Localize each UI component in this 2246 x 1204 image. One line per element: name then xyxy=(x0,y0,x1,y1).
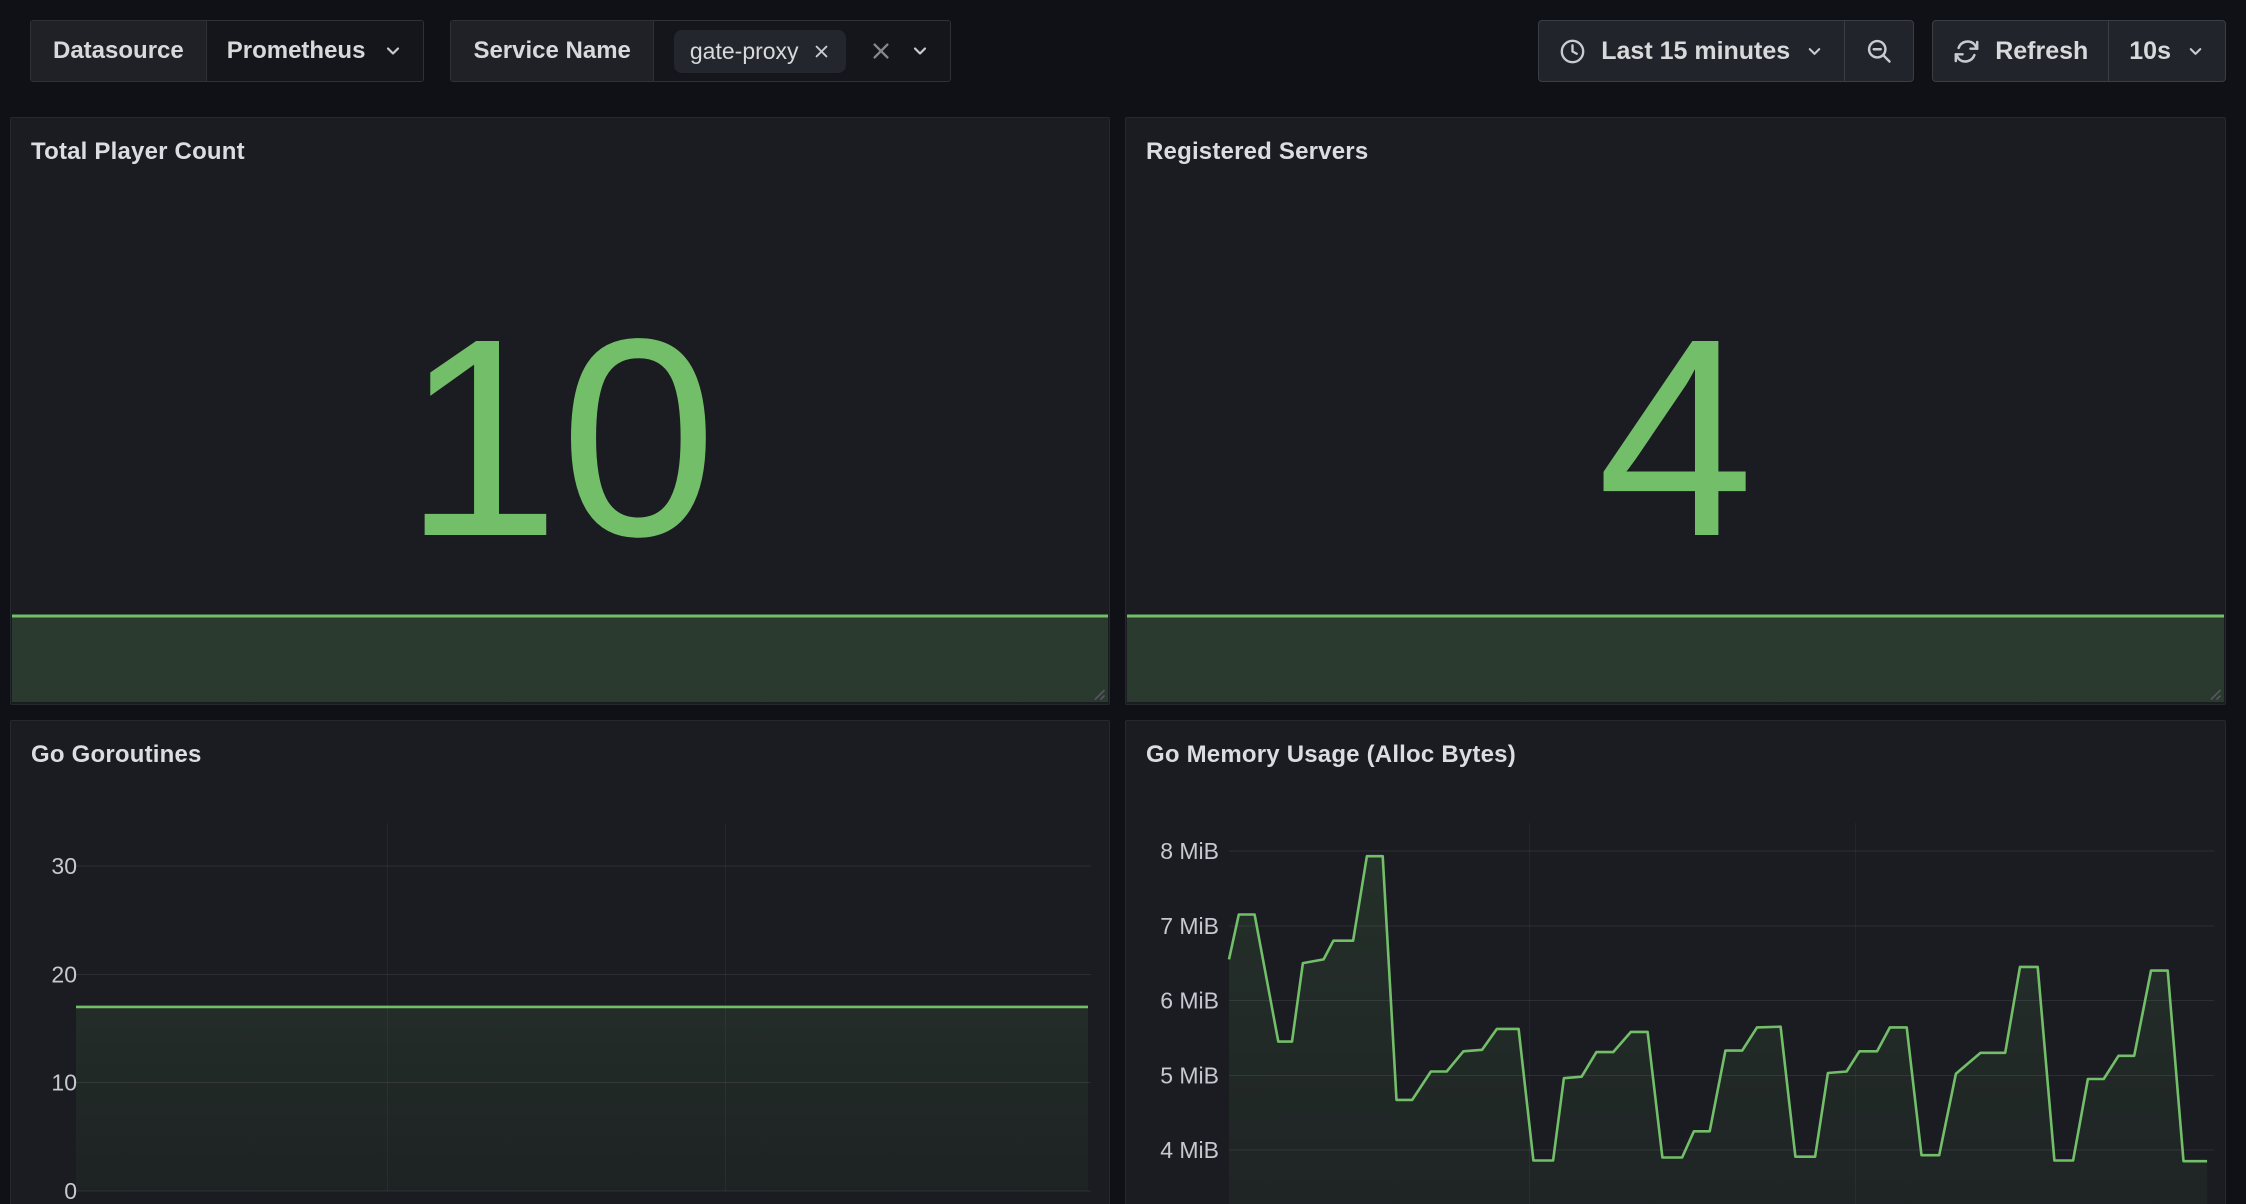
service-name-filter: Service Name gate-proxy xyxy=(450,20,950,82)
stat-value: 10 xyxy=(11,258,1109,618)
datasource-filter-label: Datasource xyxy=(31,21,207,81)
series-area xyxy=(76,1007,1088,1191)
series-area xyxy=(1229,856,2207,1204)
toolbar-spacer xyxy=(977,20,1521,82)
panel-go-memory: Go Memory Usage (Alloc Bytes) 8 MiB7 MiB… xyxy=(1125,720,2226,1204)
service-tag-chip[interactable]: gate-proxy xyxy=(674,30,846,73)
y-axis-tick-label: 20 xyxy=(51,961,77,987)
y-axis-tick-label: 0 xyxy=(64,1178,77,1204)
refresh-group: Refresh 10s xyxy=(1932,20,2226,82)
chevron-down-icon[interactable] xyxy=(910,41,930,61)
series-area xyxy=(12,616,1108,702)
memory-chart[interactable]: 8 MiB 7 MiB 6 MiB 5 MiB 4 MiB xyxy=(1126,721,2225,1204)
chevron-down-icon xyxy=(2186,42,2205,61)
datasource-filter: Datasource Prometheus xyxy=(30,20,424,82)
clock-icon xyxy=(1559,38,1586,65)
y-axis-tick-label: 7 MiB xyxy=(1160,913,1219,939)
time-range-picker-button[interactable]: Last 15 minutes xyxy=(1539,21,1844,81)
y-axis-tick-label: 4 MiB xyxy=(1160,1137,1219,1163)
time-range-zoom-out-button[interactable] xyxy=(1844,21,1913,81)
refresh-interval-value: 10s xyxy=(2129,37,2171,66)
y-axis-tick-label: 8 MiB xyxy=(1160,838,1219,864)
panel-registered-servers: Registered Servers 4 xyxy=(1125,117,2226,705)
sync-icon xyxy=(1953,38,1980,65)
service-name-select[interactable]: gate-proxy xyxy=(654,21,950,81)
time-range-group: Last 15 minutes xyxy=(1538,20,1914,82)
y-axis-tick-label: 10 xyxy=(51,1070,77,1096)
service-name-label-text: Service Name xyxy=(473,37,630,65)
datasource-label-text: Datasource xyxy=(53,37,184,65)
refresh-interval-button[interactable]: 10s xyxy=(2108,21,2225,81)
y-axis-tick-label: 5 MiB xyxy=(1160,1062,1219,1088)
stat-value: 4 xyxy=(1126,258,2225,618)
panel-resize-handle[interactable] xyxy=(1090,685,1106,701)
grafana-dashboard: { "colors": { "accent_green": "#73BF69",… xyxy=(0,0,2246,1204)
refresh-label: Refresh xyxy=(1995,37,2088,66)
panel-resize-handle[interactable] xyxy=(2206,685,2222,701)
panel-total-player-count: Total Player Count 10 xyxy=(10,117,1110,705)
datasource-selected-value: Prometheus xyxy=(227,37,366,65)
time-range-label: Last 15 minutes xyxy=(1601,37,1790,66)
y-axis-tick-label: 30 xyxy=(51,853,77,879)
y-axis-tick-label: 6 MiB xyxy=(1160,988,1219,1014)
service-name-filter-label: Service Name xyxy=(451,21,653,81)
remove-tag-icon[interactable] xyxy=(813,43,830,60)
refresh-button[interactable]: Refresh xyxy=(1933,21,2108,81)
chevron-down-icon xyxy=(1805,42,1824,61)
clear-selection-icon[interactable] xyxy=(870,40,892,62)
dashboard-toolbar: Datasource Prometheus Service Name gate-… xyxy=(30,20,2226,82)
goroutines-chart[interactable]: 30 20 10 0 xyxy=(11,721,1109,1204)
magnifier-minus-icon xyxy=(1865,37,1893,65)
datasource-select[interactable]: Prometheus xyxy=(207,21,424,81)
service-tag-text: gate-proxy xyxy=(690,38,799,65)
panel-go-goroutines: Go Goroutines 3020100 xyxy=(10,720,1110,1204)
series-area xyxy=(1127,616,2224,702)
chevron-down-icon xyxy=(383,41,403,61)
